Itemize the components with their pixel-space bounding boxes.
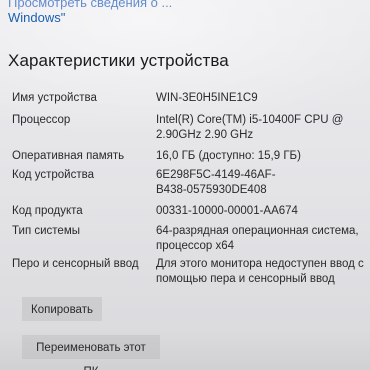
device-specifications-title: Характеристики устройства (8, 51, 229, 70)
spec-value: 6E298F5C-4149-46AF- B438-0575930DE408 (156, 169, 276, 196)
spec-value: 16,0 ГБ (доступно: 15,9 ГБ) (156, 150, 301, 162)
settings-about-page: Просмотреть сведения о ... Windows" Хара… (0, 0, 370, 370)
spec-label: Код продукта (12, 205, 83, 217)
spec-value: 00331-10000-00001-AA674 (156, 205, 298, 217)
spec-value: WIN-3E0H5INE1C9 (156, 92, 258, 104)
spec-value: Intel(R) Core(TM) i5-10400F CPU @ 2.90GH… (156, 114, 344, 141)
spec-label: Тип системы (12, 225, 80, 237)
spec-label: Процессор (12, 114, 71, 126)
copy-button[interactable]: Копировать (22, 297, 102, 321)
windows-spec-link-line2[interactable]: Windows" (8, 10, 348, 25)
spec-label: Перо и сенсорный ввод (12, 258, 139, 270)
spec-label: Оперативная память (12, 150, 125, 162)
rename-pc-button[interactable]: Переименовать этот ПК (22, 335, 160, 370)
spec-label: Код устройства (12, 169, 94, 181)
windows-spec-link[interactable]: Просмотреть сведения о ... Windows" (8, 0, 348, 25)
windows-spec-link-line1[interactable]: Просмотреть сведения о ... (8, 0, 348, 10)
spec-value: 64-разрядная операционная система, проце… (156, 225, 359, 252)
spec-value: Для этого монитора недоступен ввод с пом… (156, 258, 364, 285)
spec-label: Имя устройства (12, 92, 97, 104)
